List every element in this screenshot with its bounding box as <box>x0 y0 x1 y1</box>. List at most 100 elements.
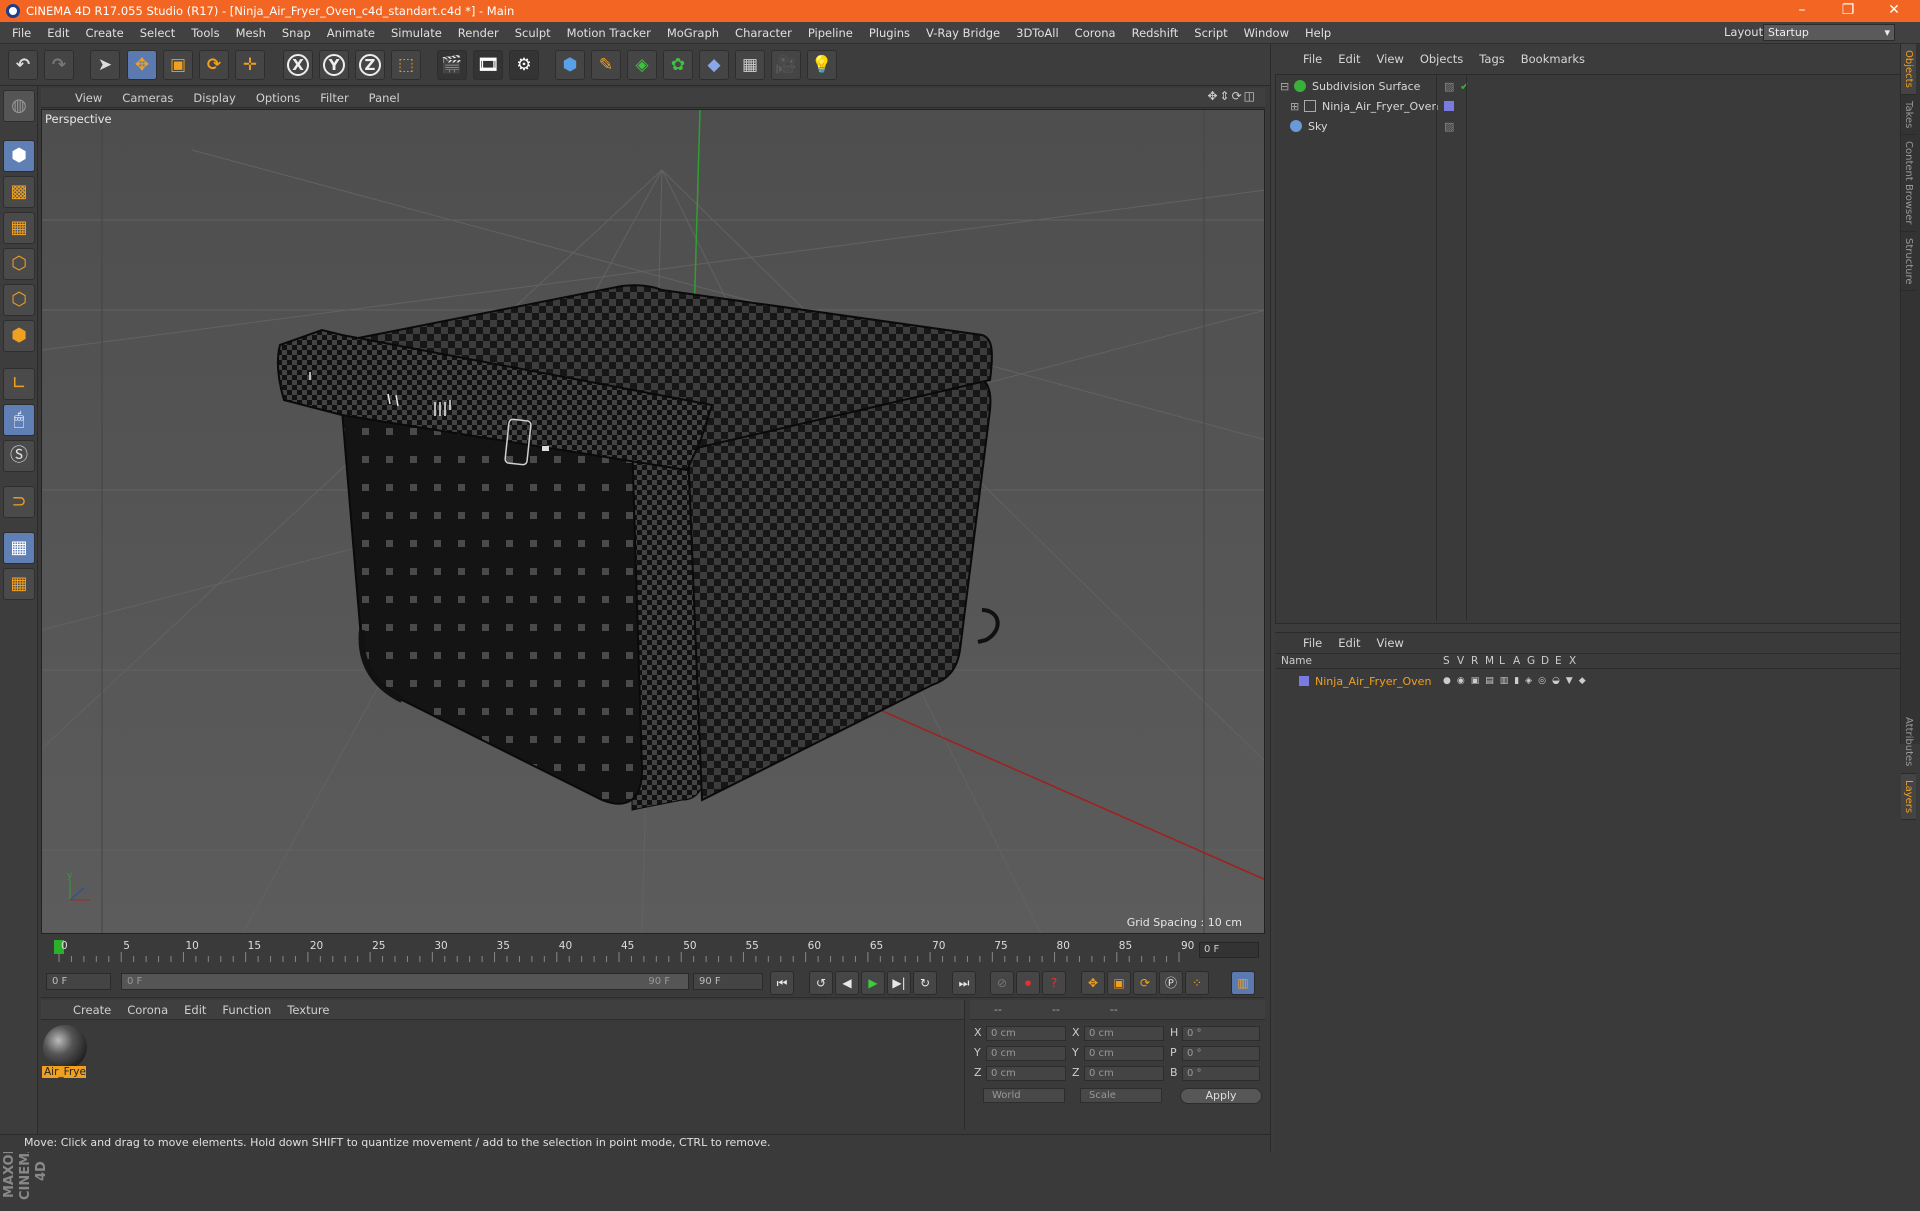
render-view-icon[interactable]: 🎬 <box>437 50 467 80</box>
material-menu-function[interactable]: Function <box>214 1003 279 1017</box>
next-frame-icon[interactable]: ▶| <box>887 971 911 995</box>
side-tab-objects[interactable]: Objects <box>1901 44 1916 95</box>
lock-workplane-icon[interactable]: ▦ <box>3 532 35 564</box>
coord-value-field[interactable]: 0 cm <box>986 1066 1066 1081</box>
restore-icon[interactable]: ❐ <box>1826 0 1870 22</box>
texture-mode-icon[interactable]: ▩ <box>3 176 35 208</box>
key-scale-icon[interactable]: ▣ <box>1107 971 1131 995</box>
start-frame-field[interactable]: 0 F <box>46 973 111 990</box>
object-row-ninja-air-fryer-oven[interactable]: ⊞ Ninja_Air_Fryer_Oven <box>1276 97 1896 115</box>
coord-value-field[interactable]: 0 cm <box>1084 1066 1164 1081</box>
minimize-icon[interactable]: – <box>1780 0 1824 22</box>
key-pla-icon[interactable]: ⁘ <box>1185 971 1209 995</box>
model-mode-icon[interactable]: ⬢ <box>3 140 35 172</box>
polygons-mode-icon[interactable]: ⬢ <box>3 320 35 352</box>
viewport-menu-cameras[interactable]: Cameras <box>112 91 183 105</box>
menu-redshift[interactable]: Redshift <box>1124 26 1187 40</box>
apply-button[interactable]: Apply <box>1180 1088 1262 1104</box>
timeline-window-icon[interactable]: ▥ <box>1231 971 1255 995</box>
workplane-mode-icon[interactable]: ▦ <box>3 212 35 244</box>
menu-motion-tracker[interactable]: Motion Tracker <box>559 26 659 40</box>
timeline-ruler[interactable]: 0 5 10 15 20 25 30 35 40 45 50 55 60 65 70 75 80 85 90 0 F <box>41 938 1265 968</box>
object-menu-objects[interactable]: Objects <box>1412 52 1471 66</box>
coord-value-field[interactable]: 0 ° <box>1182 1046 1260 1061</box>
layer-menu-edit[interactable]: Edit <box>1330 636 1368 650</box>
autokey-icon[interactable]: ⏺ <box>1016 971 1040 995</box>
magnet-icon[interactable]: ⊃ <box>3 486 35 518</box>
viewport-menu-display[interactable]: Display <box>183 91 245 105</box>
menu-mograph[interactable]: MoGraph <box>659 26 727 40</box>
subdivision-surface-icon[interactable]: ◈ <box>627 50 657 80</box>
side-tab-attributes[interactable]: Attributes <box>1901 711 1916 774</box>
layer-menu-view[interactable]: View <box>1369 636 1412 650</box>
snapping-icon[interactable]: Ⓢ <box>3 440 35 472</box>
size-mode-select[interactable]: Scale <box>1080 1088 1162 1103</box>
scale-tool-icon[interactable]: ▣ <box>163 50 193 80</box>
key-parameter-icon[interactable]: Ⓟ <box>1159 971 1183 995</box>
menu-window[interactable]: Window <box>1236 26 1297 40</box>
frame-range-slider[interactable]: 0 F 90 F <box>121 973 689 990</box>
collapse-icon[interactable]: ⊟ <box>1280 80 1289 93</box>
floor-scene-icon[interactable]: ▦ <box>735 50 765 80</box>
deformer-icon[interactable]: ◆ <box>699 50 729 80</box>
menu-snap[interactable]: Snap <box>274 26 319 40</box>
current-frame-field[interactable]: 0 F <box>1199 942 1259 958</box>
mograph-cloner-icon[interactable]: ✿ <box>663 50 693 80</box>
coord-value-field[interactable]: 0 ° <box>1182 1066 1260 1081</box>
light-icon[interactable]: 💡 <box>807 50 837 80</box>
menu-pipeline[interactable]: Pipeline <box>800 26 861 40</box>
close-icon[interactable]: ✕ <box>1872 0 1916 22</box>
menu-v-ray-bridge[interactable]: V-Ray Bridge <box>918 26 1008 40</box>
record-key-disabled-icon[interactable]: ⊘ <box>990 971 1014 995</box>
x-axis-lock-icon[interactable]: X <box>283 50 313 80</box>
points-mode-icon[interactable]: ⬡ <box>3 248 35 280</box>
key-position-icon[interactable]: ✥ <box>1081 971 1105 995</box>
viewport-menu-panel[interactable]: Panel <box>359 91 410 105</box>
coord-value-field[interactable]: 0 ° <box>1182 1026 1260 1041</box>
play-icon[interactable]: ▶ <box>861 971 885 995</box>
object-menu-view[interactable]: View <box>1369 52 1412 66</box>
menu-simulate[interactable]: Simulate <box>383 26 450 40</box>
object-menu-bookmarks[interactable]: Bookmarks <box>1513 52 1593 66</box>
menu-help[interactable]: Help <box>1297 26 1339 40</box>
side-tab-takes[interactable]: Takes <box>1901 95 1916 136</box>
coord-value-field[interactable]: 0 cm <box>1084 1046 1164 1061</box>
viewport-menu-view[interactable]: View <box>65 91 112 105</box>
layout-select[interactable]: Startup <box>1763 24 1895 41</box>
material-menu-edit[interactable]: Edit <box>176 1003 214 1017</box>
3d-viewport[interactable]: y z Perspective Grid Spacing : 10 cm <box>41 109 1265 934</box>
material-preview-sphere[interactable] <box>43 1025 87 1069</box>
expand-icon[interactable]: ⊞ <box>1290 100 1299 113</box>
menu-animate[interactable]: Animate <box>319 26 383 40</box>
axis-mode-icon[interactable]: ∟ <box>3 368 35 400</box>
end-frame-field[interactable]: 90 F <box>693 973 763 990</box>
keyframe-selection-icon[interactable]: ? <box>1042 971 1066 995</box>
menu-plugins[interactable]: Plugins <box>861 26 918 40</box>
object-row-sky[interactable]: Sky ▨ <box>1276 117 1896 135</box>
coordinate-system-icon[interactable]: ⬚ <box>391 50 421 80</box>
y-axis-lock-icon[interactable]: Y <box>319 50 349 80</box>
viewport-menu-options[interactable]: Options <box>246 91 310 105</box>
tweak-mode-icon[interactable]: 🖱 <box>3 404 35 436</box>
select-arrow-icon[interactable]: ➤ <box>90 50 120 80</box>
menu-sculpt[interactable]: Sculpt <box>507 26 559 40</box>
menu-corona[interactable]: Corona <box>1067 26 1124 40</box>
coord-value-field[interactable]: 0 cm <box>986 1026 1066 1041</box>
spline-pen-icon[interactable]: ✎ <box>591 50 621 80</box>
go-to-start-icon[interactable]: ⏮ <box>770 971 794 995</box>
render-picture-viewer-icon[interactable]: 🎞 <box>473 50 503 80</box>
go-to-end-icon[interactable]: ⏭ <box>952 971 976 995</box>
coordinate-system-select[interactable]: World <box>983 1088 1065 1103</box>
menu-mesh[interactable]: Mesh <box>228 26 274 40</box>
coord-value-field[interactable]: 0 cm <box>986 1046 1066 1061</box>
menu-script[interactable]: Script <box>1186 26 1235 40</box>
object-menu-tags[interactable]: Tags <box>1471 52 1512 66</box>
rotate-tool-icon[interactable]: ⟳ <box>199 50 229 80</box>
render-settings-icon[interactable]: ⚙ <box>509 50 539 80</box>
make-editable-icon[interactable]: ◍ <box>3 90 35 122</box>
z-axis-lock-icon[interactable]: Z <box>355 50 385 80</box>
key-rotation-icon[interactable]: ⟳ <box>1133 971 1157 995</box>
undo-icon[interactable]: ↶ <box>8 50 38 80</box>
coord-value-field[interactable]: 0 cm <box>1084 1026 1164 1041</box>
side-tab-content-browser[interactable]: Content Browser <box>1901 135 1916 232</box>
